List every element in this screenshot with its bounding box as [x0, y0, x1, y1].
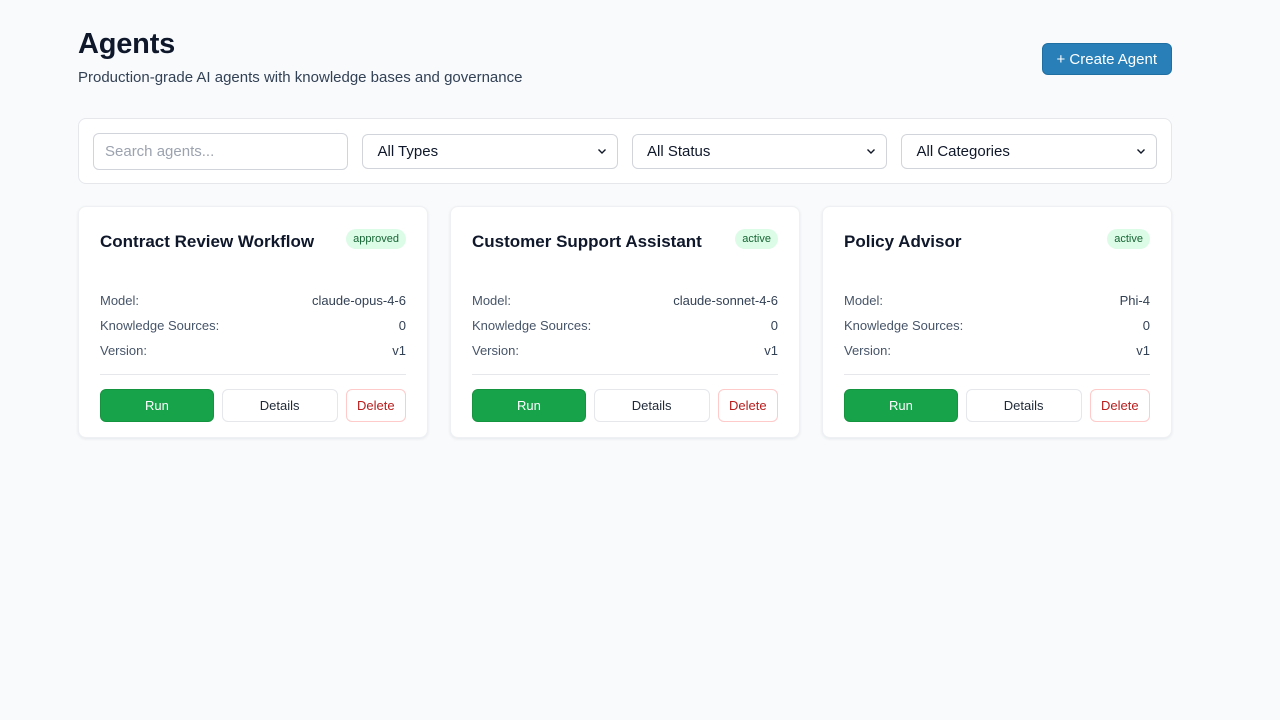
delete-button[interactable]: Delete — [345, 389, 406, 422]
version-label: Version: — [100, 343, 147, 358]
search-input[interactable] — [93, 132, 349, 170]
model-row: Model: claude-sonnet-4-6 — [472, 288, 778, 313]
delete-button[interactable]: Delete — [717, 389, 778, 422]
run-button[interactable]: Run — [100, 389, 214, 422]
agent-card-list: Contract Review Workflow approved Model:… — [78, 206, 1172, 438]
version-value: v1 — [1136, 343, 1150, 358]
agents-page: Agents Production-grade AI agents with k… — [78, 0, 1172, 438]
agent-meta: Model: claude-sonnet-4-6 Knowledge Sourc… — [472, 288, 778, 363]
knowledge-sources-label: Knowledge Sources: — [844, 318, 964, 333]
chevron-down-icon — [867, 149, 876, 154]
knowledge-sources-value: 0 — [770, 318, 778, 333]
model-value: claude-opus-4-6 — [312, 293, 406, 308]
status-badge: active — [1107, 229, 1150, 249]
model-value: claude-sonnet-4-6 — [673, 293, 778, 308]
page-subtitle: Production-grade AI agents with knowledg… — [78, 69, 523, 86]
chevron-down-icon — [1136, 149, 1145, 154]
agent-card: Policy Advisor active Model: Phi-4 Knowl… — [822, 206, 1172, 438]
create-agent-button[interactable]: + Create Agent — [1041, 43, 1172, 75]
version-label: Version: — [844, 343, 891, 358]
category-filter-value: All Categories — [916, 142, 1010, 160]
knowledge-sources-value: 0 — [398, 318, 406, 333]
status-badge: active — [735, 229, 778, 249]
version-row: Version: v1 — [100, 338, 406, 363]
model-label: Model: — [472, 293, 512, 308]
details-button[interactable]: Details — [221, 389, 338, 422]
agent-card-header: Policy Advisor active — [844, 229, 1150, 285]
version-label: Version: — [472, 343, 519, 358]
agent-card: Customer Support Assistant active Model:… — [450, 206, 800, 438]
card-actions: Run Details Delete — [844, 389, 1150, 422]
knowledge-sources-label: Knowledge Sources: — [472, 318, 592, 333]
model-row: Model: Phi-4 — [844, 288, 1150, 313]
run-button[interactable]: Run — [844, 389, 958, 422]
filter-bar: All Types All Status All Categories — [78, 118, 1172, 184]
model-label: Model: — [100, 293, 140, 308]
knowledge-sources-value: 0 — [1142, 318, 1150, 333]
category-filter-select[interactable]: All Categories — [901, 133, 1157, 169]
agent-card-header: Contract Review Workflow approved — [100, 229, 406, 285]
version-row: Version: v1 — [472, 338, 778, 363]
version-row: Version: v1 — [844, 338, 1150, 363]
create-agent-label: + Create Agent — [1056, 50, 1158, 68]
type-filter-select[interactable]: All Types — [362, 133, 618, 169]
knowledge-sources-row: Knowledge Sources: 0 — [100, 313, 406, 338]
details-button[interactable]: Details — [965, 389, 1082, 422]
status-filter-value: All Status — [646, 142, 711, 160]
page-title: Agents — [78, 28, 176, 60]
agent-card: Contract Review Workflow approved Model:… — [78, 206, 428, 438]
card-actions: Run Details Delete — [472, 389, 778, 422]
knowledge-sources-label: Knowledge Sources: — [100, 318, 220, 333]
page-header: Agents Production-grade AI agents with k… — [78, 26, 1172, 118]
model-row: Model: claude-opus-4-6 — [100, 288, 406, 313]
status-badge: approved — [346, 229, 406, 249]
agent-name: Contract Review Workflow — [100, 232, 315, 251]
agent-name: Policy Advisor — [844, 232, 962, 251]
type-filter-value: All Types — [377, 142, 439, 160]
card-divider — [844, 374, 1150, 375]
card-divider — [472, 374, 778, 375]
version-value: v1 — [764, 343, 778, 358]
model-value: Phi-4 — [1119, 293, 1150, 308]
chevron-down-icon — [597, 149, 606, 154]
card-actions: Run Details Delete — [100, 389, 406, 422]
run-button[interactable]: Run — [472, 389, 586, 422]
status-filter-select[interactable]: All Status — [631, 133, 888, 169]
agent-name: Customer Support Assistant — [472, 232, 702, 251]
version-value: v1 — [392, 343, 406, 358]
agent-meta: Model: Phi-4 Knowledge Sources: 0 Versio… — [844, 288, 1150, 363]
delete-button[interactable]: Delete — [1089, 389, 1150, 422]
knowledge-sources-row: Knowledge Sources: 0 — [472, 313, 778, 338]
model-label: Model: — [844, 293, 884, 308]
knowledge-sources-row: Knowledge Sources: 0 — [844, 313, 1150, 338]
agent-meta: Model: claude-opus-4-6 Knowledge Sources… — [100, 288, 406, 363]
details-button[interactable]: Details — [593, 389, 710, 422]
agent-card-header: Customer Support Assistant active — [472, 229, 778, 285]
card-divider — [100, 374, 406, 375]
